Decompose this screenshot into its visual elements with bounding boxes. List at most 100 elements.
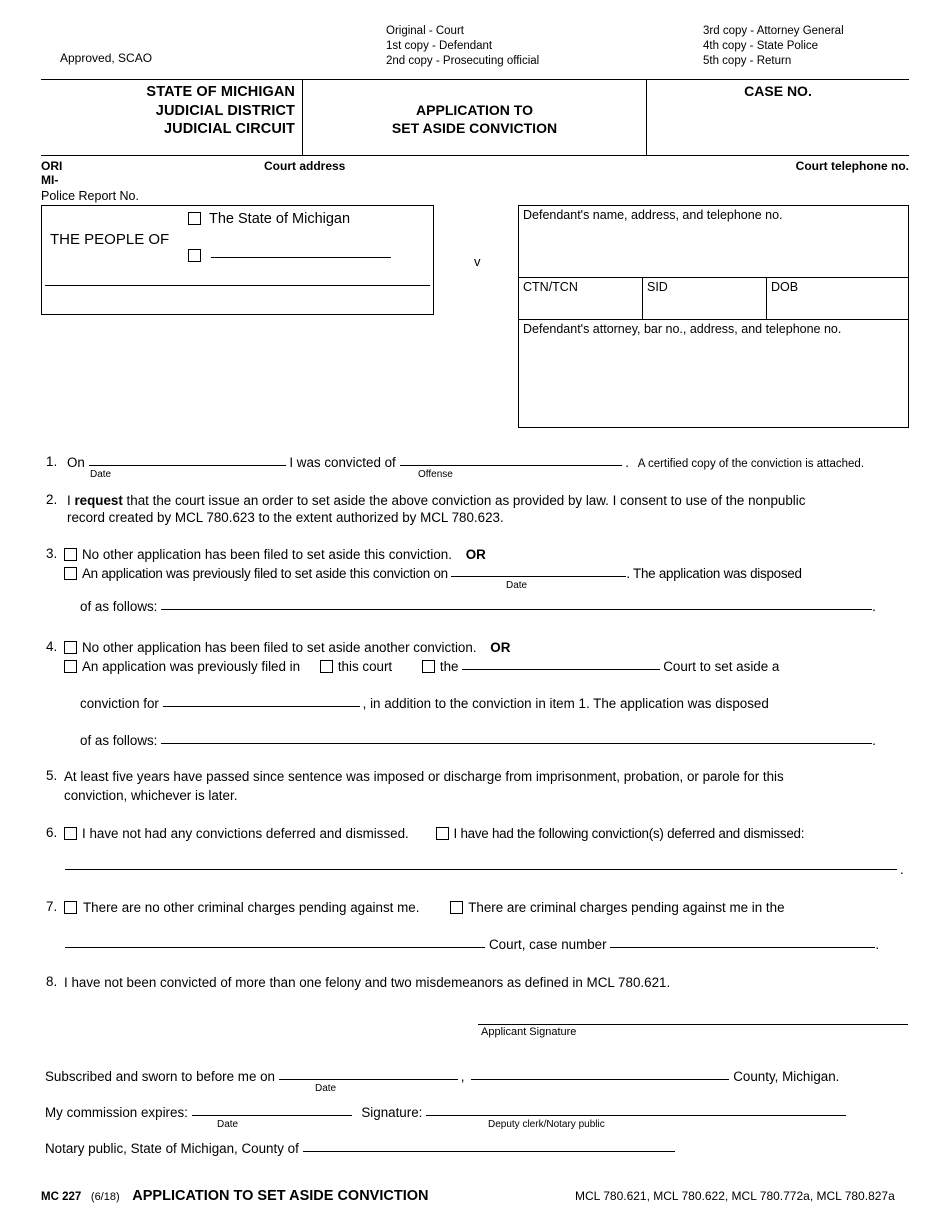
notary-signature-label: Signature: <box>361 1105 423 1120</box>
sid-label: SID <box>647 280 668 294</box>
notary-county-row: Notary public, State of Michigan, County… <box>45 1140 675 1157</box>
checkbox-state-of-michigan[interactable] <box>188 212 201 225</box>
checkbox-item-4-the-court[interactable] <box>421 660 435 673</box>
subscribed-sworn-row: Subscribed and sworn to before me on , C… <box>45 1068 839 1085</box>
item-2-line-2: record created by MCL 780.623 to the ext… <box>67 509 912 526</box>
the-people-of-label: THE PEOPLE OF <box>50 231 170 248</box>
footer-citations: MCL 780.621, MCL 780.622, MCL 780.772a, … <box>575 1189 895 1203</box>
checkbox-item-3-no-other-application[interactable] <box>64 548 77 561</box>
item-6-number: 6. <box>46 825 58 840</box>
checkbox-item-7-pending-charges[interactable] <box>450 901 464 914</box>
versus-label: v <box>474 254 481 269</box>
item-1-date-sublabel: Date <box>90 469 112 480</box>
subscribed-county-input[interactable] <box>471 1069 730 1080</box>
item-5-text-b: conviction, whichever is later. <box>64 788 238 803</box>
commission-expires-date-sublabel: Date <box>217 1119 239 1130</box>
notary-county-input[interactable] <box>302 1141 675 1152</box>
notary-signature-input[interactable] <box>426 1105 847 1116</box>
item-4-option-a-label: No other application has been filed to s… <box>82 640 477 655</box>
item-7-court-row: Court, case number . <box>65 936 879 953</box>
footer-form-number: MC 227 <box>41 1191 82 1203</box>
item-4-court-input[interactable] <box>462 659 661 670</box>
applicant-signature-input[interactable] <box>478 1024 908 1025</box>
item-3-option-a[interactable]: No other application has been filed to s… <box>64 546 486 563</box>
plaintiff-box: THE PEOPLE OF The State of Michigan <box>41 205 434 315</box>
dob-field[interactable]: DOB <box>767 278 908 319</box>
item-3-disposition-input[interactable] <box>161 599 873 610</box>
commission-expires-input[interactable] <box>191 1105 352 1116</box>
checkbox-item-3-previously-filed[interactable] <box>64 567 77 580</box>
item-7-case-number-input[interactable] <box>610 937 876 948</box>
item-4-conviction-for-label: conviction for <box>80 696 159 711</box>
item-6-options[interactable]: I have not had any convictions deferred … <box>64 825 804 842</box>
item-8: I have not been convicted of more than o… <box>64 974 670 991</box>
item-1-date-input[interactable] <box>88 455 286 466</box>
sid-field[interactable]: SID <box>643 278 767 319</box>
checkbox-item-4-no-other-application[interactable] <box>64 641 77 654</box>
dob-label: DOB <box>771 280 799 294</box>
distribution-right-line-1: 3rd copy - Attorney General <box>703 25 844 37</box>
defendant-name-label: Defendant's name, address, and telephone… <box>523 208 783 222</box>
item-3-date-input[interactable] <box>451 566 627 577</box>
distribution-left: Original - Court 1st copy - Defendant 2n… <box>386 24 539 69</box>
distribution-right: 3rd copy - Attorney General 4th copy - S… <box>703 24 844 69</box>
item-7-court-case-number-label: Court, case number <box>489 937 607 952</box>
other-plaintiff-input-line[interactable] <box>211 246 391 258</box>
checkbox-item-4-previously-filed[interactable] <box>64 660 77 673</box>
item-6-deferred-input[interactable] <box>65 869 897 870</box>
ori-label: ORI <box>41 159 63 173</box>
court-identity-cell: STATE OF MICHIGAN JUDICIAL DISTRICT JUDI… <box>41 80 303 155</box>
other-plaintiff-option[interactable] <box>188 246 391 263</box>
judicial-circuit-label: JUDICIAL CIRCUIT <box>163 121 295 137</box>
ori-prefix: MI- <box>41 173 59 187</box>
plaintiff-extra-input-line[interactable] <box>45 285 430 286</box>
item-1-period: . <box>625 455 629 470</box>
checkbox-item-6-has-deferred[interactable] <box>435 827 449 840</box>
state-of-michigan-option-label: The State of Michigan <box>209 211 351 227</box>
item-5-line-2: conviction, whichever is later. <box>64 787 237 804</box>
item-7-options[interactable]: There are no other criminal charges pend… <box>64 899 785 916</box>
item-3-of-as-follows-label: of as follows: <box>80 599 158 614</box>
item-3-option-b[interactable]: An application was previously filed to s… <box>64 565 802 582</box>
court-telephone-label: Court telephone no. <box>795 159 909 173</box>
item-8-number: 8. <box>46 974 58 989</box>
state-of-michigan-label: STATE OF MICHIGAN <box>146 84 295 100</box>
defendant-attorney-field[interactable]: Defendant's attorney, bar no., address, … <box>519 320 908 427</box>
ctn-tcn-field[interactable]: CTN/TCN <box>519 278 643 319</box>
item-5-number: 5. <box>46 768 58 783</box>
state-of-michigan-option[interactable]: The State of Michigan <box>188 211 350 227</box>
checkbox-item-4-this-court[interactable] <box>319 660 333 673</box>
item-5-text-a: At least five years have passed since se… <box>64 769 784 784</box>
item-1-number: 1. <box>46 454 58 469</box>
item-6-option-b-label: I have had the following conviction(s) d… <box>453 826 805 841</box>
item-2-text-a: that the court issue an order to set asi… <box>122 493 806 508</box>
item-7-court-input[interactable] <box>65 937 485 948</box>
item-4-conviction-input[interactable] <box>162 696 360 707</box>
subscribed-comma: , <box>460 1069 465 1084</box>
checkbox-item-6-none-deferred[interactable] <box>64 827 77 840</box>
form-title-line-1: APPLICATION TO <box>416 102 533 118</box>
item-4-period: . <box>872 733 876 748</box>
item-1-on-label: On <box>67 455 85 470</box>
item-4-option-b[interactable]: An application was previously filed in t… <box>64 658 779 675</box>
item-1-offense-input[interactable] <box>399 455 622 466</box>
checkbox-other-plaintiff[interactable] <box>188 249 201 262</box>
subscribed-date-input[interactable] <box>278 1069 458 1080</box>
item-4-disposition-input[interactable] <box>161 733 873 744</box>
item-3-option-b-label: An application was previously filed to s… <box>82 566 448 581</box>
item-4-option-a[interactable]: No other application has been filed to s… <box>64 639 510 656</box>
item-3-disposed: of as follows: . <box>80 598 876 615</box>
commission-expires-row: My commission expires: Signature: <box>45 1104 847 1121</box>
checkbox-item-7-no-pending-charges[interactable] <box>64 901 77 914</box>
subscribed-sworn-label: Subscribed and sworn to before me on <box>45 1069 276 1084</box>
item-1-offense-sublabel: Offense <box>418 469 453 480</box>
case-number-cell[interactable]: CASE NO. <box>647 80 909 155</box>
item-7-number: 7. <box>46 899 58 914</box>
defendant-name-field[interactable]: Defendant's name, address, and telephone… <box>519 206 908 278</box>
distribution-left-line-1: Original - Court <box>386 25 464 37</box>
item-3-date-sublabel: Date <box>506 580 528 591</box>
item-4-disposed: of as follows: . <box>80 732 876 749</box>
item-2-request-emphasis: request <box>74 493 123 508</box>
deputy-clerk-notary-sublabel: Deputy clerk/Notary public <box>488 1119 605 1130</box>
notary-public-county-label: Notary public, State of Michigan, County… <box>45 1141 299 1156</box>
